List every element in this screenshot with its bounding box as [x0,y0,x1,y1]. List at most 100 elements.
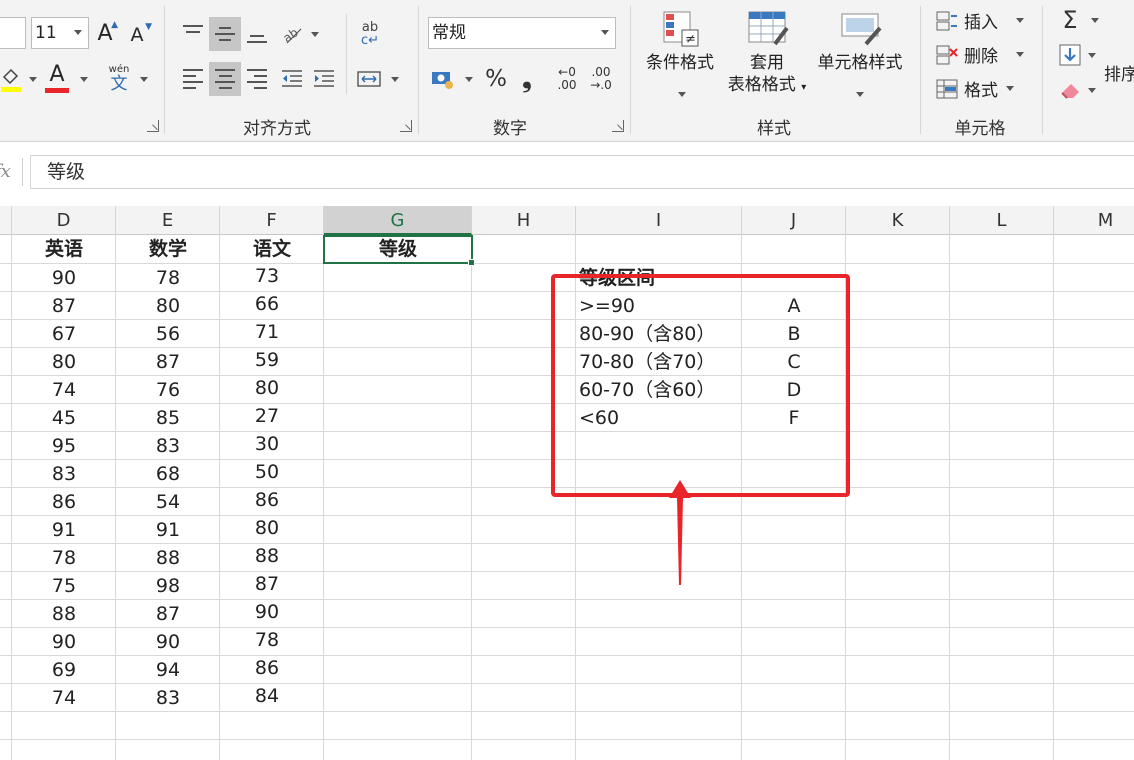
table-cell[interactable]: 80 [12,348,116,376]
column-header-i[interactable]: I [576,206,742,235]
align-left-button[interactable] [178,62,208,96]
table-cell[interactable]: 59 [220,346,314,374]
table-cell[interactable]: 86 [12,488,116,516]
table-cell[interactable]: 87 [12,292,116,320]
autosum-button[interactable]: Σ [1056,6,1084,34]
table-cell[interactable]: 80 [220,374,314,402]
delete-cells-button[interactable]: 删除 [936,42,1024,67]
table-cell[interactable]: 86 [220,486,314,514]
table-cell[interactable]: 66 [220,290,314,318]
font-color-button[interactable]: A [44,62,70,94]
table-cell[interactable]: 85 [116,404,220,432]
table-cell[interactable]: 88 [116,544,220,572]
sort-filter-button[interactable]: 排序 [1104,58,1134,86]
formula-input[interactable]: 等级 [30,155,1134,189]
font-size-dropdown[interactable]: 11 [31,17,89,49]
insert-function-button[interactable]: fx [0,152,22,192]
column-header-partial[interactable] [0,206,12,235]
align-top-button[interactable] [178,17,208,47]
align-right-button[interactable] [242,62,272,96]
column-header-e[interactable]: E [116,206,220,235]
table-cell[interactable]: 80 [116,292,220,320]
table-cell[interactable]: 90 [12,264,116,292]
format-as-table-button[interactable]: 套用 表格格式 ▾ [722,10,812,99]
column-header-m[interactable]: M [1054,206,1134,235]
decrease-indent-button[interactable] [278,62,306,96]
table-cell[interactable]: 69 [12,656,116,684]
table-cell[interactable]: 83 [116,432,220,460]
table-cell[interactable]: 83 [12,460,116,488]
table-cell[interactable]: 94 [116,656,220,684]
clear-button[interactable] [1058,76,1084,102]
table-cell[interactable]: 78 [220,626,314,654]
comma-style-button[interactable]: ❟ [515,64,539,94]
cell-area[interactable]: 英语 数学 语文 等级 90 78 73 87 80 66 67 56 71 8… [0,235,1134,760]
header-chinese[interactable]: 语文 [220,235,324,263]
selected-cell-g1[interactable] [323,235,473,264]
table-cell[interactable]: 75 [12,572,116,600]
increase-decimal-button[interactable]: ←0 .00 [552,64,582,94]
table-cell[interactable]: 50 [220,458,314,486]
merge-center-button[interactable] [354,64,384,94]
orientation-button[interactable]: ab [280,20,306,48]
table-cell[interactable]: 67 [12,320,116,348]
table-cell[interactable]: 78 [116,264,220,292]
format-cells-button[interactable]: 格式 [936,76,1014,101]
fill-handle[interactable] [468,259,475,266]
table-cell[interactable]: 91 [116,516,220,544]
table-cell[interactable]: 87 [220,570,314,598]
column-header-h[interactable]: H [472,206,576,235]
align-bottom-button[interactable] [242,21,272,51]
font-dialog-launcher[interactable] [147,120,159,132]
table-cell[interactable]: 95 [12,432,116,460]
table-cell[interactable]: 45 [12,404,116,432]
phonetic-button[interactable]: wén 文 [106,64,132,94]
column-header-g[interactable]: G [324,206,472,235]
decrease-decimal-button[interactable]: .00 →.0 [586,64,616,94]
insert-cells-button[interactable]: 插入 [936,8,1024,33]
table-cell[interactable]: 91 [12,516,116,544]
align-center-button[interactable] [209,62,241,96]
table-cell[interactable]: 86 [220,654,314,682]
table-cell[interactable]: 80 [220,514,314,542]
table-cell[interactable]: 73 [220,262,314,290]
table-cell[interactable]: 84 [220,682,314,710]
table-cell[interactable]: 88 [12,600,116,628]
table-cell[interactable]: 88 [220,542,314,570]
percent-style-button[interactable]: % [482,64,510,94]
column-header-k[interactable]: K [846,206,950,235]
column-header-d[interactable]: D [12,206,116,235]
font-shrink-button[interactable]: A ▼ [126,20,153,50]
table-cell[interactable]: 90 [116,628,220,656]
table-cell[interactable]: 98 [116,572,220,600]
accounting-format-button[interactable] [430,64,458,94]
table-cell[interactable]: 74 [12,684,116,712]
column-header-f[interactable]: F [220,206,324,235]
table-cell[interactable]: 76 [116,376,220,404]
table-cell[interactable]: 87 [116,348,220,376]
column-header-j[interactable]: J [742,206,846,235]
table-cell[interactable]: 90 [220,598,314,626]
conditional-formatting-button[interactable]: ≠ 条件格式 [638,10,722,97]
number-dialog-launcher[interactable] [612,120,624,132]
table-cell[interactable]: 71 [220,318,314,346]
increase-indent-button[interactable] [310,62,338,96]
alignment-dialog-launcher[interactable] [400,120,412,132]
table-cell[interactable]: 56 [116,320,220,348]
wrap-text-button[interactable]: ab c↵ [354,18,386,50]
font-name-dropdown[interactable] [0,17,26,49]
fill-button[interactable] [1058,42,1082,68]
header-math[interactable]: 数学 [116,235,220,263]
table-cell[interactable]: 78 [12,544,116,572]
table-cell[interactable]: 74 [12,376,116,404]
column-header-l[interactable]: L [950,206,1054,235]
cell-styles-button[interactable]: 单元格样式 [812,10,908,97]
table-cell[interactable]: 83 [116,684,220,712]
table-cell[interactable]: 30 [220,430,314,458]
table-cell[interactable]: 54 [116,488,220,516]
fill-color-button[interactable] [0,64,22,94]
align-middle-button[interactable] [209,17,241,51]
table-cell[interactable]: 68 [116,460,220,488]
font-grow-button[interactable]: A ▲ [94,18,118,48]
number-format-dropdown[interactable]: 常规 [428,17,616,49]
